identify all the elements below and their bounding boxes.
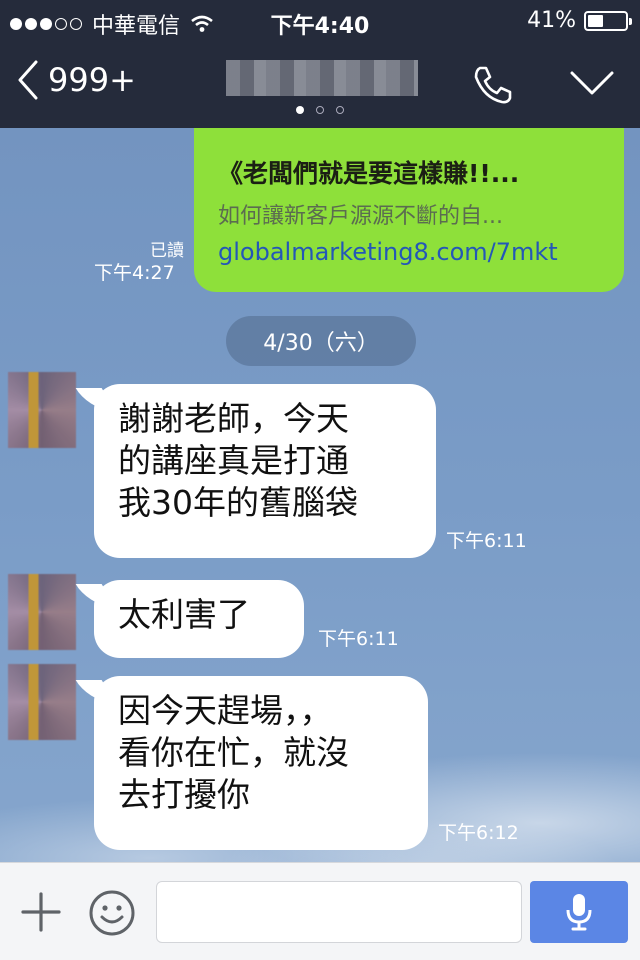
message-time: 下午6:12: [438, 822, 519, 844]
message-line: 的講座真是打通: [118, 441, 349, 480]
microphone-icon: [566, 894, 592, 931]
battery-icon: [584, 10, 632, 31]
link-url[interactable]: globalmarketing8.com/7mkt: [218, 238, 558, 266]
contact-name[interactable]: [226, 60, 418, 96]
attach-button[interactable]: [20, 891, 62, 937]
message-line: 去打擾你: [118, 775, 250, 814]
message-time: 下午6:11: [446, 530, 527, 552]
menu-toggle-button[interactable]: [570, 70, 614, 100]
message-line: 太利害了: [118, 595, 250, 634]
unread-count: 999+: [48, 61, 136, 99]
message-time: 下午6:11: [318, 628, 399, 650]
status-bar: 中華電信 下午4:40 41%: [0, 0, 640, 40]
avatar[interactable]: [8, 664, 76, 740]
back-button[interactable]: 999+: [16, 60, 136, 100]
link-preview-bubble[interactable]: 《老闆們就是要這樣賺!!... 如何讓新客戶源源不斷的自... globalma…: [194, 128, 624, 292]
message-bubble[interactable]: 謝謝老師，今天 的講座真是打通 我30年的舊腦袋: [94, 384, 436, 558]
avatar[interactable]: [8, 372, 76, 448]
sticker-button[interactable]: [88, 889, 136, 941]
message-input[interactable]: [156, 881, 522, 943]
chat-area[interactable]: 《老闆們就是要這樣賺!!... 如何讓新客戶源源不斷的自... globalma…: [0, 128, 640, 862]
link-description: 如何讓新客戶源源不斷的自...: [218, 204, 503, 229]
battery-percent: 41%: [527, 8, 576, 33]
date-separator: 4/30（六）: [226, 316, 416, 366]
chevron-left-icon: [18, 60, 38, 100]
message-bubble[interactable]: 太利害了: [94, 580, 304, 658]
avatar[interactable]: [8, 574, 76, 650]
chat-header: 999+: [0, 40, 640, 128]
chevron-down-icon: [570, 71, 614, 95]
message-line: 謝謝老師，今天: [118, 399, 349, 438]
voice-message-button[interactable]: [530, 881, 628, 943]
call-button[interactable]: [472, 64, 514, 110]
message-bubble[interactable]: 因今天趕場，， 看你在忙，就沒 去打擾你: [94, 676, 428, 850]
page-indicator: [0, 106, 640, 114]
battery-indicator: 41%: [527, 8, 632, 33]
phone-icon: [474, 66, 512, 104]
plus-icon: [21, 892, 61, 932]
link-title: 《老闆們就是要這樣賺!!...: [218, 159, 520, 188]
message-line: 看你在忙，就沒: [118, 733, 349, 772]
message-line: 因今天趕場，，: [118, 691, 333, 730]
message-input-bar: [0, 862, 640, 960]
message-line: 我30年的舊腦袋: [118, 483, 358, 522]
message-time: 下午4:27: [94, 262, 175, 284]
smiley-icon: [89, 890, 135, 936]
